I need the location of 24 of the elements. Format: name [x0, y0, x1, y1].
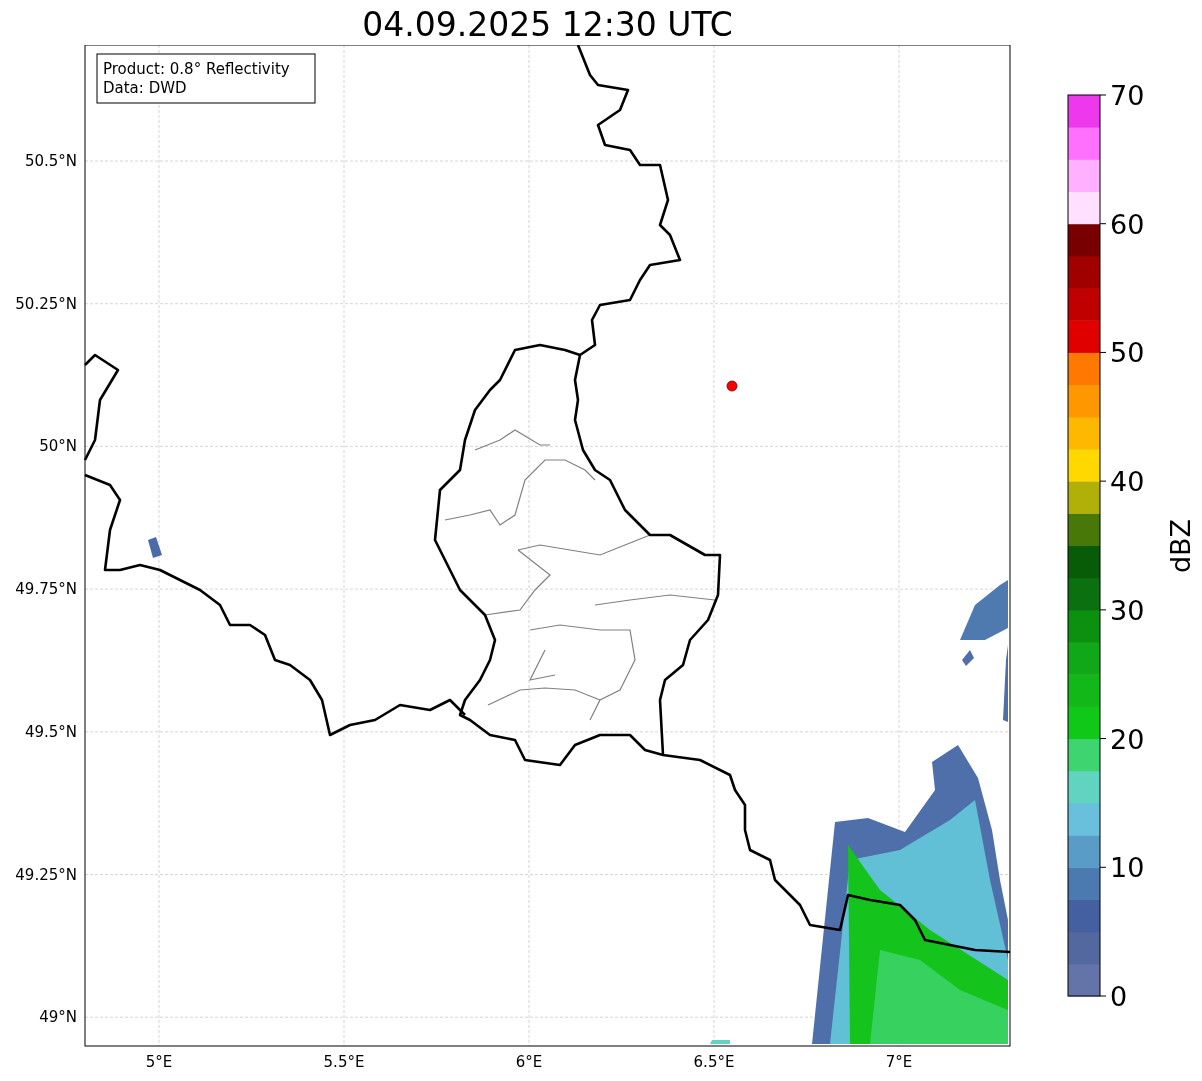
map-title: 04.09.2025 12:30 UTC — [362, 5, 733, 45]
axis-tick-label: 7°E — [885, 1053, 913, 1071]
colorbar-tick-label: 20 — [1110, 723, 1145, 755]
axis-tick-label: 49°N — [39, 1008, 77, 1027]
axis-tick-label: 50.5°N — [24, 152, 77, 170]
colorbar-tick-label: 60 — [1110, 208, 1145, 240]
annotation-text: Data: DWD — [103, 79, 187, 97]
colorbar-tick-label: 0 — [1110, 981, 1128, 1012]
axis-tick-label: 49.5°N — [24, 722, 77, 741]
colorbar-tick-label: 50 — [1110, 337, 1145, 369]
axis-tick-label: 6.5°E — [693, 1053, 735, 1071]
colorbar-tick-label: 10 — [1110, 852, 1145, 884]
colorbar-tick-label: 70 — [1110, 80, 1145, 111]
colorbar-tick-label: 40 — [1110, 466, 1145, 498]
axis-tick-label: 6°E — [515, 1053, 543, 1071]
axis-tick-label: 49.25°N — [15, 865, 77, 884]
axis-tick-label: 5.5°E — [323, 1053, 365, 1071]
axis-tick-label: 49.75°N — [15, 580, 77, 599]
axis-tick-label: 50.25°N — [15, 294, 77, 313]
colorbar-label: dBZ — [1165, 518, 1196, 574]
annotation-text: Product: 0.8° Reflectivity — [103, 60, 290, 78]
axis-tick-label: 50°N — [39, 437, 77, 456]
colorbar-tick-label: 30 — [1110, 594, 1145, 626]
axis-tick-label: 5°E — [145, 1053, 173, 1071]
